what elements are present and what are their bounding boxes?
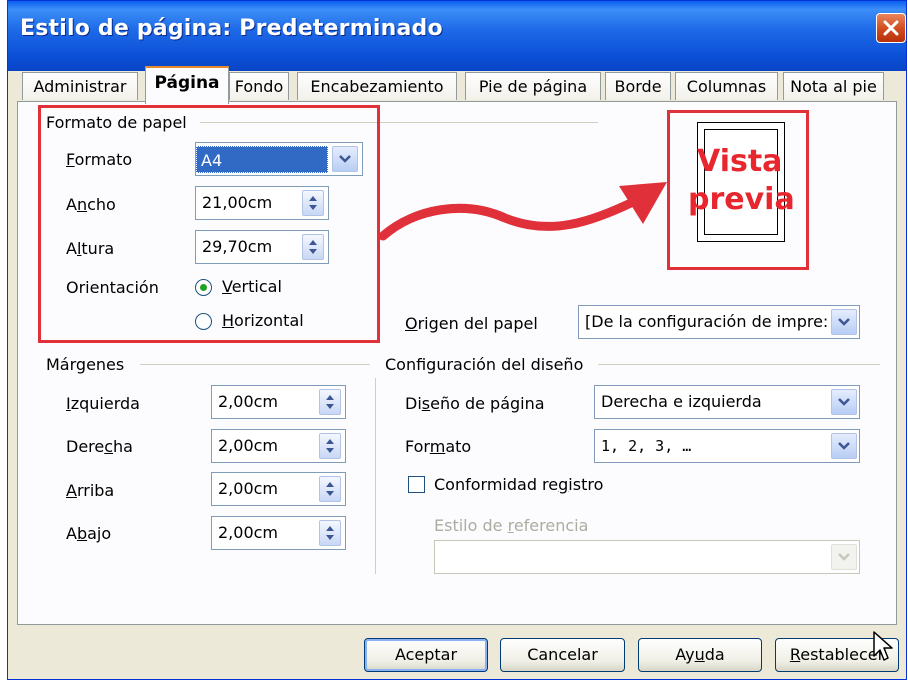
margins-rule <box>140 364 370 365</box>
page-layout-value: Derecha e izquierda <box>601 392 762 411</box>
tab-pagina[interactable]: Página <box>145 66 229 104</box>
reference-style-select <box>434 540 860 574</box>
dropdown-arrow-icon <box>838 553 850 561</box>
margin-right-label: Derecha <box>66 437 133 456</box>
margin-bottom-label: Abajo <box>66 524 112 543</box>
page-layout-select[interactable]: Derecha e izquierda <box>594 385 860 419</box>
margin-right-value: 2,00cm <box>218 436 279 455</box>
paper-source-dropdown-button[interactable] <box>831 309 857 335</box>
margin-top-label: Arriba <box>66 481 115 500</box>
paper-source-label: Origen del papel <box>405 314 538 333</box>
tab-pie-de-pagina[interactable]: Pie de página <box>465 72 601 100</box>
margin-left-spin-button[interactable] <box>319 389 341 415</box>
ok-button[interactable]: Aceptar <box>364 638 488 672</box>
cancel-button[interactable]: Cancelar <box>500 638 625 672</box>
tab-borde[interactable]: Borde <box>605 72 671 100</box>
window-title: Estilo de página: Predeterminado <box>20 16 443 41</box>
margin-top-spin-button[interactable] <box>319 476 341 502</box>
number-format-value: 1, 2, 3, … <box>601 437 692 455</box>
register-true-checkbox[interactable] <box>408 476 425 493</box>
layout-settings-heading: Configuración del diseño <box>385 355 584 374</box>
margin-left-label: Izquierda <box>66 394 140 413</box>
spin-arrows-icon <box>326 395 334 409</box>
margin-right-spin-button[interactable] <box>319 433 341 459</box>
margin-top-value: 2,00cm <box>218 479 279 498</box>
dropdown-arrow-icon <box>838 318 850 326</box>
margins-heading: Márgenes <box>46 355 125 374</box>
margin-top-field[interactable]: 2,00cm <box>211 472 346 506</box>
curved-arrow-icon <box>378 182 667 241</box>
paper-source-value: [De la configuración de impre: <box>585 312 829 331</box>
section-divider <box>375 378 376 574</box>
number-format-dropdown-button[interactable] <box>831 433 857 459</box>
margin-bottom-value: 2,00cm <box>218 523 279 542</box>
page-layout-dropdown-button[interactable] <box>831 389 857 415</box>
tab-strip: Administrar Página Fondo Encabezamiento … <box>8 59 906 104</box>
register-true-label[interactable]: Conformidad registro <box>434 475 603 494</box>
tab-fondo[interactable]: Fondo <box>229 72 289 100</box>
tab-nota-al-pie[interactable]: Nota al pie <box>783 72 884 100</box>
help-button[interactable]: Ayuda <box>638 638 762 672</box>
number-format-select[interactable]: 1, 2, 3, … <box>594 429 860 463</box>
tab-encabezamiento[interactable]: Encabezamiento <box>297 72 457 100</box>
spin-arrows-icon <box>326 439 334 453</box>
dropdown-arrow-icon <box>838 398 850 406</box>
number-format-label: Formato <box>405 437 472 456</box>
reference-style-label: Estilo de referencia <box>434 516 589 535</box>
page-layout-label: Diseño de página <box>405 394 545 413</box>
margin-left-value: 2,00cm <box>218 392 279 411</box>
close-button[interactable] <box>876 13 906 43</box>
paper-source-select[interactable]: [De la configuración de impre: <box>578 305 860 339</box>
paper-format-highlight <box>38 105 380 343</box>
margin-left-field[interactable]: 2,00cm <box>211 385 346 419</box>
layout-settings-rule <box>598 364 880 365</box>
margin-bottom-field[interactable]: 2,00cm <box>211 516 346 550</box>
tab-columnas[interactable]: Columnas <box>675 72 778 100</box>
margin-right-field[interactable]: 2,00cm <box>211 429 346 463</box>
close-icon <box>883 20 899 36</box>
spin-arrows-icon <box>326 526 334 540</box>
preview-highlight <box>667 110 809 270</box>
margin-bottom-spin-button[interactable] <box>319 520 341 546</box>
dropdown-arrow-icon <box>838 442 850 450</box>
reference-style-dropdown-button <box>831 544 857 570</box>
spin-arrows-icon <box>326 482 334 496</box>
mouse-cursor-icon <box>873 631 893 661</box>
tab-administrar[interactable]: Administrar <box>22 72 138 100</box>
